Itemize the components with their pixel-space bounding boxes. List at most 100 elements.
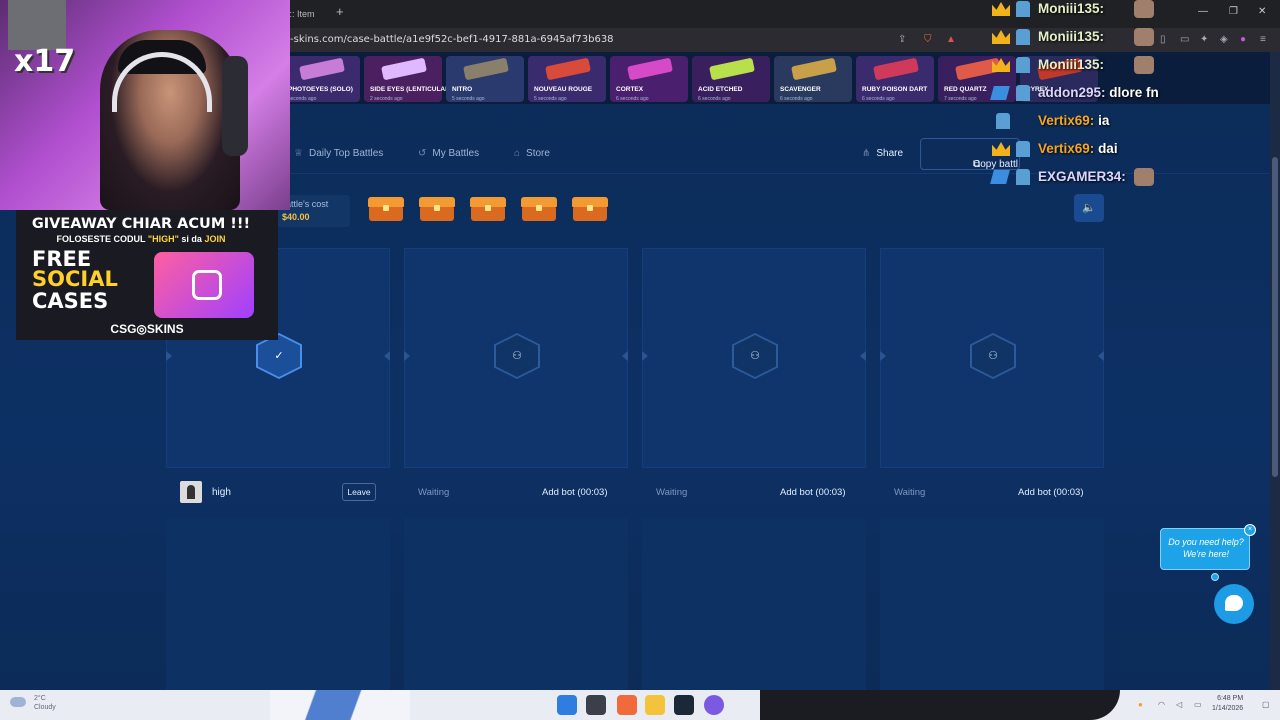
chat-message: Vertix69: dai [990, 140, 1280, 162]
skin-name: RED QUARTZ [944, 86, 987, 93]
rewards-icon[interactable]: ▲ [946, 34, 956, 45]
weather-widget[interactable]: 2°C Cloudy [34, 694, 56, 712]
chat-body: dlore fn [1109, 85, 1159, 100]
share-page-icon[interactable]: ⇪ [898, 34, 906, 45]
sound-toggle-button[interactable]: 🔈 [1074, 194, 1104, 222]
bot-badge-icon [1016, 57, 1030, 73]
live-drop-item[interactable]: CORTEX 6 seconds ago [610, 56, 688, 102]
volume-icon[interactable]: ◁ [1176, 700, 1182, 709]
chat-message: Moniii135: [990, 0, 1280, 22]
live-drop-item[interactable]: RUBY POISON DART 6 seconds ago [856, 56, 934, 102]
live-drop-item[interactable]: SIDE EYES (LENTICULAR) 2 seconds ago [364, 56, 452, 102]
support-chat-button[interactable] [1214, 584, 1254, 624]
new-tab-button[interactable]: + [336, 4, 344, 19]
chat-text: addon295: dlore fn [1038, 85, 1159, 100]
chat-message: addon295: dlore fn [990, 84, 1280, 106]
chat-username: Vertix69: [1038, 113, 1095, 128]
discord-icon[interactable] [704, 695, 724, 715]
slot-player-row: Waiting Add bot (00:03) [880, 476, 1104, 508]
live-drop-item[interactable]: ACID ETCHED 6 seconds ago [692, 56, 770, 102]
brave-shield-icon[interactable]: ⛉ [924, 34, 932, 45]
clock[interactable]: 6:48 PM 1/14/2026 [1212, 694, 1243, 714]
chat-message: EXGAMER34: [990, 168, 1280, 190]
clock-date: 1/14/2026 [1212, 705, 1244, 712]
skin-image [463, 57, 509, 81]
live-drop-item[interactable]: SCAVENGER 6 seconds ago [774, 56, 852, 102]
store-link[interactable]: ⌂ Store [514, 148, 550, 159]
chat-text: Vertix69: ia [1038, 113, 1109, 128]
tool-badge-icon [990, 170, 1010, 184]
tool-badge-icon [990, 86, 1010, 100]
steam-icon[interactable] [674, 695, 694, 715]
skin-image [709, 57, 755, 81]
chat-text: EXGAMER34: [1038, 169, 1126, 184]
bot-badge-icon [1016, 169, 1030, 185]
leave-button[interactable]: Leave [342, 483, 376, 501]
skin-name: PHOTOEYES (SOLO) [288, 86, 353, 93]
drop-time: 6 seconds ago [862, 96, 895, 102]
case-icon[interactable] [419, 195, 455, 223]
chat-message: Moniii135: [990, 56, 1280, 78]
skin-name: RUBY POISON DART [862, 86, 928, 93]
wifi-icon[interactable]: ◠ [1158, 700, 1165, 709]
drop-time: seconds ago [288, 96, 317, 102]
speaker-icon: 🔈 [1082, 202, 1096, 214]
stream-chat: Moniii135: Moniii135: Moniii135: addon29… [990, 0, 1280, 195]
live-drop-item[interactable]: PHOTOEYES (SOLO) seconds ago [282, 56, 360, 102]
cloud-icon[interactable] [10, 697, 26, 707]
slot-right-arrow-icon [384, 351, 390, 361]
case-icon[interactable] [521, 195, 557, 223]
streamer-webcam: x17 [0, 0, 290, 210]
live-drop-item[interactable]: NOUVEAU ROUGE 5 seconds ago [528, 56, 606, 102]
case-icon[interactable] [470, 195, 506, 223]
add-bot-button[interactable]: Add bot (00:03) [1018, 487, 1084, 498]
background-fabric [760, 690, 1120, 720]
help-dot [1211, 573, 1219, 581]
case-lock [536, 205, 542, 211]
chat-username: Vertix69: [1038, 141, 1095, 156]
my-battles-link[interactable]: ↺ My Battles [418, 148, 479, 159]
chat-message: Moniii135: [990, 28, 1280, 50]
webcam-background-object [8, 0, 66, 50]
chat-username: Moniii135: [1038, 1, 1105, 16]
chat-message: Vertix69: ia [990, 112, 1280, 134]
add-bot-button[interactable]: Add bot (00:03) [780, 487, 846, 498]
screen: gi :: Item + — ❐ ✕ -skins.com/case-battl… [0, 0, 1280, 720]
battle-cost-value: $40.00 [282, 212, 310, 222]
case-icon[interactable] [572, 195, 608, 223]
tray-status-icon[interactable]: ● [1138, 700, 1143, 709]
waiting-label: Waiting [418, 487, 450, 498]
hex-glyph: ⚇ [496, 335, 538, 377]
instagram-case-icon [154, 252, 254, 318]
brave-icon[interactable] [617, 695, 637, 715]
slot-left-arrow-icon [642, 351, 648, 361]
taskbar: 2°C Cloudy ● ◠ ◁ ▭ 6:48 PM 1/14/2026 ▢ [0, 690, 1280, 720]
multiplier-label: x17 [14, 44, 76, 79]
battle-slot-panel: ⚇ [404, 248, 628, 468]
battery-icon[interactable]: ▭ [1194, 700, 1202, 709]
player-name: high [212, 487, 231, 498]
help-close-icon[interactable]: × [1244, 524, 1256, 536]
task-view-icon[interactable] [586, 695, 606, 715]
live-drop-item[interactable]: NITRO 5 seconds ago [446, 56, 524, 102]
case-icon[interactable] [368, 195, 404, 223]
notification-icon[interactable]: ▢ [1262, 700, 1270, 709]
start-icon[interactable] [557, 695, 577, 715]
daily-top-battles-link[interactable]: ♕ Daily Top Battles [294, 148, 383, 159]
hex-glyph: ⚇ [972, 335, 1014, 377]
skin-image [299, 57, 345, 81]
scrollbar-thumb[interactable] [1272, 157, 1278, 477]
file-explorer-icon[interactable] [645, 695, 665, 715]
help-bubble[interactable]: Do you need help? We're here! [1160, 528, 1250, 570]
empty-user-icon: ⚇ [494, 333, 540, 379]
chat-username: Moniii135: [1038, 57, 1105, 72]
case-lock [485, 205, 491, 211]
help-line-2: We're here! [1182, 549, 1230, 559]
share-button[interactable]: ⋔ Share [862, 148, 903, 159]
share-label: Share [876, 148, 904, 159]
add-bot-button[interactable]: Add bot (00:03) [542, 487, 608, 498]
url-field[interactable]: -skins.com/case-battle/a1e9f52c-bef1-491… [290, 34, 614, 45]
background-flag [270, 690, 410, 720]
giveaway-brand: CSG◎SKINS [110, 322, 184, 336]
help-line-1: Do you need help? [1168, 537, 1244, 547]
